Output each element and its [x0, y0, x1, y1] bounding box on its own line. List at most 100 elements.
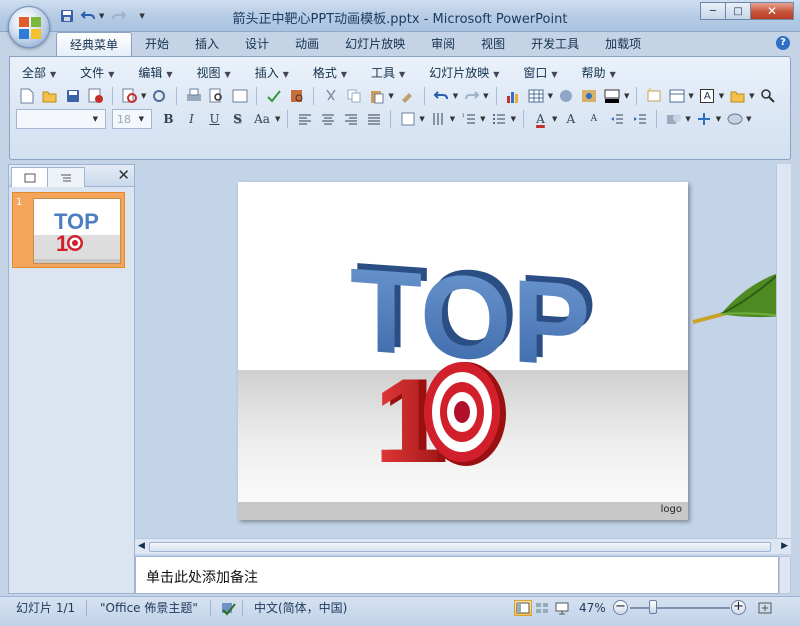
table-icon[interactable] — [526, 86, 547, 106]
copy-icon[interactable] — [343, 86, 364, 106]
chevron-down-icon[interactable]: ▼ — [685, 115, 690, 123]
slide-show-button[interactable] — [553, 600, 571, 616]
chevron-down-icon[interactable]: ▼ — [483, 92, 488, 100]
print-preview-icon[interactable] — [119, 86, 140, 106]
tab-view[interactable]: 视图 — [468, 32, 518, 56]
help-icon[interactable]: ? — [776, 36, 790, 50]
clip-art-icon[interactable] — [556, 86, 577, 106]
paste-icon[interactable] — [366, 86, 387, 106]
chevron-down-icon[interactable]: ▼ — [275, 115, 280, 123]
chevron-down-icon[interactable]: ▼ — [749, 92, 754, 100]
menu-file[interactable]: 文件 ▼ — [74, 63, 120, 83]
redo-icon[interactable] — [110, 7, 128, 25]
decrease-indent-icon[interactable] — [606, 109, 627, 129]
undo-dropdown-icon[interactable]: ▼ — [99, 12, 104, 20]
tab-animations[interactable]: 动画 — [282, 32, 332, 56]
office-button[interactable] — [8, 6, 50, 48]
text-direction-icon[interactable] — [428, 109, 449, 129]
notes-scrollbar[interactable] — [779, 556, 791, 594]
undo-icon[interactable] — [79, 7, 97, 25]
shadow-button[interactable]: S — [227, 109, 248, 129]
normal-view-icon[interactable] — [229, 86, 250, 106]
align-left-icon[interactable] — [294, 109, 315, 129]
tab-outline[interactable] — [47, 167, 85, 187]
permission-icon[interactable] — [85, 86, 106, 106]
slide-canvas[interactable]: logo TOP TOP 1 1 — [238, 182, 688, 520]
open-icon[interactable] — [39, 86, 60, 106]
menu-all[interactable]: 全部 ▼ — [16, 63, 62, 83]
chevron-down-icon[interactable]: ▼ — [746, 115, 751, 123]
underline-button[interactable]: U — [204, 109, 225, 129]
new-icon[interactable] — [16, 86, 37, 106]
normal-view-button[interactable] — [514, 600, 532, 616]
chevron-down-icon[interactable]: ▼ — [688, 92, 693, 100]
cut-icon[interactable] — [320, 86, 341, 106]
close-panel-icon[interactable]: ✕ — [117, 166, 130, 184]
font-color-button[interactable]: A — [530, 109, 551, 129]
notes-pane[interactable]: 单击此处添加备注 — [135, 556, 779, 594]
justify-icon[interactable] — [363, 109, 384, 129]
chevron-down-icon[interactable]: ▼ — [480, 115, 485, 123]
chevron-down-icon[interactable]: ▼ — [388, 92, 393, 100]
tab-classic-menu[interactable]: 经典菜单 — [56, 32, 133, 56]
menu-tools[interactable]: 工具 ▼ — [365, 63, 411, 83]
menu-format[interactable]: 格式 ▼ — [307, 63, 353, 83]
font-name-select[interactable]: ▼ — [16, 109, 106, 129]
undo-icon[interactable] — [431, 86, 452, 106]
shapes-icon[interactable] — [663, 109, 684, 129]
thesaurus-icon[interactable] — [286, 86, 307, 106]
menu-edit[interactable]: 编辑 ▼ — [132, 63, 178, 83]
tab-slides[interactable] — [11, 167, 49, 187]
grow-font-button[interactable]: A — [560, 109, 581, 129]
chevron-down-icon[interactable]: ▼ — [719, 92, 724, 100]
shrink-font-button[interactable]: A — [583, 109, 604, 129]
tab-design[interactable]: 设计 — [232, 32, 282, 56]
change-case-button[interactable]: Aa — [250, 109, 274, 129]
research-icon[interactable] — [149, 86, 170, 106]
chevron-down-icon[interactable]: ▼ — [453, 92, 458, 100]
chevron-down-icon[interactable]: ▼ — [624, 92, 629, 100]
numbering-icon[interactable]: 1 — [458, 109, 479, 129]
horizontal-scrollbar[interactable]: ◀ ▶ — [135, 538, 791, 554]
close-button[interactable]: ✕ — [750, 2, 794, 20]
language-status[interactable]: 中文(简体，中国) — [254, 597, 347, 619]
save-icon[interactable] — [62, 86, 83, 106]
redo-icon[interactable] — [461, 86, 482, 106]
chevron-down-icon[interactable]: ▼ — [450, 115, 455, 123]
slide-edit-area[interactable]: logo TOP TOP 1 1 — [135, 164, 791, 538]
slide-thumbnail[interactable]: 1 TOP 1 — [12, 192, 125, 268]
columns-icon[interactable] — [397, 109, 418, 129]
horizontal-scroll-thumb[interactable] — [149, 542, 771, 552]
text-box-icon[interactable]: A — [697, 86, 718, 106]
menu-view[interactable]: 视图 ▼ — [191, 63, 237, 83]
customize-qat-icon[interactable]: ▼ — [139, 12, 144, 20]
menu-slide-show[interactable]: 幻灯片放映 ▼ — [423, 63, 505, 83]
align-center-icon[interactable] — [317, 109, 338, 129]
menu-insert[interactable]: 插入 ▼ — [249, 63, 295, 83]
chevron-down-icon[interactable]: ▼ — [141, 92, 146, 100]
quick-styles-icon[interactable] — [724, 109, 745, 129]
zoom-slider-thumb[interactable] — [649, 600, 657, 614]
bullets-icon[interactable] — [489, 109, 510, 129]
fill-color-icon[interactable] — [602, 86, 623, 106]
tab-slide-show[interactable]: 幻灯片放映 — [332, 32, 418, 56]
chart-icon[interactable] — [503, 86, 524, 106]
slide-sorter-button[interactable] — [533, 600, 551, 616]
scroll-left-icon[interactable]: ◀ — [138, 541, 145, 551]
scroll-right-icon[interactable]: ▶ — [781, 541, 788, 551]
font-size-select[interactable]: 18 ▼ — [112, 109, 152, 129]
tab-review[interactable]: 审阅 — [418, 32, 468, 56]
chevron-down-icon[interactable]: ▼ — [548, 92, 553, 100]
fit-to-window-icon[interactable] — [756, 600, 774, 616]
tab-insert[interactable]: 插入 — [182, 32, 232, 56]
zoom-out-button[interactable]: − — [613, 600, 628, 615]
chevron-down-icon[interactable]: ▼ — [716, 115, 721, 123]
menu-window[interactable]: 窗口 ▼ — [517, 63, 563, 83]
italic-button[interactable]: I — [181, 109, 202, 129]
slide-layout-icon[interactable] — [666, 86, 687, 106]
zoom-slider-track[interactable] — [630, 607, 730, 609]
minimize-button[interactable]: ─ — [700, 2, 726, 20]
chevron-down-icon[interactable]: ▼ — [552, 115, 557, 123]
tab-developer[interactable]: 开发工具 — [518, 32, 592, 56]
increase-indent-icon[interactable] — [629, 109, 650, 129]
